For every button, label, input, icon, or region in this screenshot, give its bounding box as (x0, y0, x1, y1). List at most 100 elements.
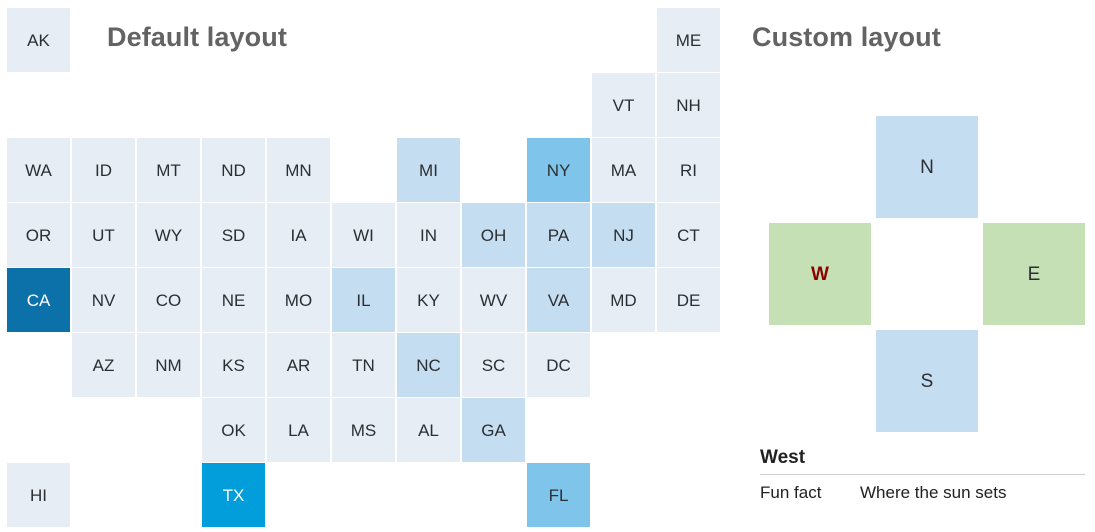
state-tile-ut[interactable]: UT (72, 203, 135, 267)
tile-label: UT (92, 225, 115, 245)
custom-layout-title: Custom layout (752, 22, 941, 52)
state-tile-hi[interactable]: HI (7, 463, 70, 527)
state-tile-ny[interactable]: NY (527, 138, 590, 202)
state-tile-or[interactable]: OR (7, 203, 70, 267)
state-tile-wi[interactable]: WI (332, 203, 395, 267)
state-tile-al[interactable]: AL (397, 398, 460, 462)
detail-row-key: Fun fact (760, 482, 822, 502)
state-tile-ct[interactable]: CT (657, 203, 720, 267)
state-tile-ks[interactable]: KS (202, 333, 265, 397)
tile-label: OK (221, 420, 246, 440)
tile-label: RI (680, 160, 697, 180)
tile-label: FL (548, 485, 569, 505)
tile-label: NJ (613, 225, 634, 245)
tile-label: AL (418, 420, 439, 440)
state-tile-in[interactable]: IN (397, 203, 460, 267)
state-tile-nv[interactable]: NV (72, 268, 135, 332)
detail-panel: West Fun fact Where the sun sets (760, 447, 1085, 504)
tile-label: E (1027, 263, 1041, 285)
state-tile-ga[interactable]: GA (462, 398, 525, 462)
tile-label: WY (154, 225, 183, 245)
state-tile-tx[interactable]: TX (202, 463, 265, 527)
tile-label: SD (221, 225, 246, 245)
state-tile-vt[interactable]: VT (592, 73, 655, 137)
tile-label: NC (416, 355, 441, 375)
state-tile-dc[interactable]: DC (527, 333, 590, 397)
tile-label: MT (156, 160, 181, 180)
tile-label: CO (155, 290, 182, 310)
tile-label: SC (481, 355, 506, 375)
tile-label: NM (155, 355, 182, 375)
tile-label: LA (288, 420, 309, 440)
tile-label: DE (676, 290, 701, 310)
state-tile-me[interactable]: ME (657, 8, 720, 72)
state-tile-ia[interactable]: IA (267, 203, 330, 267)
tile-label: OR (25, 225, 52, 245)
state-tile-ms[interactable]: MS (332, 398, 395, 462)
state-tile-sc[interactable]: SC (462, 333, 525, 397)
state-tile-md[interactable]: MD (592, 268, 655, 332)
tile-label: TX (222, 485, 245, 505)
screenshot-root: Default layout AK ME VT NH WA ID MT ND MN MI NY MA R… (0, 0, 1095, 532)
state-tile-az[interactable]: AZ (72, 333, 135, 397)
state-tile-nm[interactable]: NM (137, 333, 200, 397)
detail-row-value: Where the sun sets (860, 482, 1007, 502)
state-tile-wy[interactable]: WY (137, 203, 200, 267)
state-tile-co[interactable]: CO (137, 268, 200, 332)
tile-label: TN (352, 355, 375, 375)
state-tile-mo[interactable]: MO (267, 268, 330, 332)
region-tile-w[interactable]: W (769, 223, 871, 325)
tile-label: ND (221, 160, 246, 180)
state-tile-mn[interactable]: MN (267, 138, 330, 202)
state-tile-ok[interactable]: OK (202, 398, 265, 462)
state-tile-va[interactable]: VA (527, 268, 590, 332)
state-tile-ak[interactable]: AK (7, 8, 70, 72)
state-tile-nj[interactable]: NJ (592, 203, 655, 267)
region-tile-s[interactable]: S (876, 330, 978, 432)
detail-panel-title: West (760, 447, 806, 468)
state-tile-ky[interactable]: KY (397, 268, 460, 332)
state-tile-fl[interactable]: FL (527, 463, 590, 527)
tile-label: ID (95, 160, 112, 180)
tile-label: W (811, 263, 829, 285)
state-tile-ri[interactable]: RI (657, 138, 720, 202)
tile-label: WI (353, 225, 374, 245)
state-tile-nh[interactable]: NH (657, 73, 720, 137)
tile-label: ME (675, 30, 702, 50)
state-tile-il[interactable]: IL (332, 268, 395, 332)
tile-label: MN (285, 160, 312, 180)
state-tile-ne[interactable]: NE (202, 268, 265, 332)
custom-layout-tile-grid: N W E S (769, 116, 1085, 432)
state-tile-id[interactable]: ID (72, 138, 135, 202)
state-tile-nc[interactable]: NC (397, 333, 460, 397)
tile-label: AZ (92, 355, 115, 375)
region-tile-e[interactable]: E (983, 223, 1085, 325)
state-tile-de[interactable]: DE (657, 268, 720, 332)
state-tile-nd[interactable]: ND (202, 138, 265, 202)
state-tile-wa[interactable]: WA (7, 138, 70, 202)
tile-label: CT (677, 225, 700, 245)
state-tile-wv[interactable]: WV (462, 268, 525, 332)
tile-label: MI (419, 160, 438, 180)
state-tile-sd[interactable]: SD (202, 203, 265, 267)
tile-label: WV (479, 290, 508, 310)
state-tile-pa[interactable]: PA (527, 203, 590, 267)
tile-label: S (920, 370, 934, 392)
region-tile-n[interactable]: N (876, 116, 978, 218)
tile-label: N (920, 156, 934, 178)
state-tile-la[interactable]: LA (267, 398, 330, 462)
state-tile-ar[interactable]: AR (267, 333, 330, 397)
tile-label: NE (221, 290, 246, 310)
tile-label: WA (25, 160, 52, 180)
state-tile-ma[interactable]: MA (592, 138, 655, 202)
detail-row: Fun fact Where the sun sets (760, 482, 1085, 504)
state-tile-mi[interactable]: MI (397, 138, 460, 202)
tile-label: AR (286, 355, 311, 375)
tile-label: CA (26, 290, 51, 310)
state-tile-tn[interactable]: TN (332, 333, 395, 397)
state-tile-oh[interactable]: OH (462, 203, 525, 267)
state-tile-mt[interactable]: MT (137, 138, 200, 202)
tile-label: NV (91, 290, 116, 310)
state-tile-ca[interactable]: CA (7, 268, 70, 332)
tile-label: VT (612, 95, 635, 115)
